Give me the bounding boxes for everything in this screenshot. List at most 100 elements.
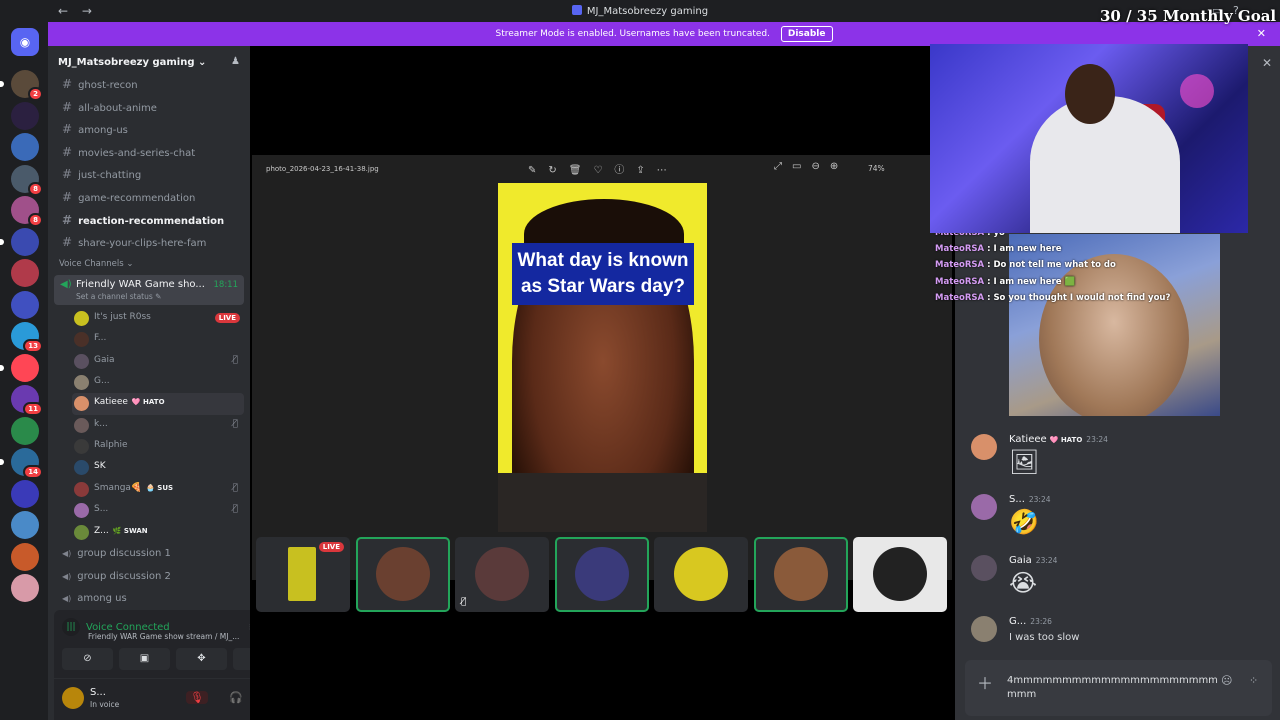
overlay-chat-user: MateoRSA (935, 244, 985, 255)
voice-category[interactable]: Voice Channels ⌄ (48, 253, 250, 275)
emoji-icon[interactable]: ☹ (1221, 674, 1232, 687)
server-icon[interactable]: 11 (11, 385, 43, 416)
participant-tile[interactable] (853, 537, 947, 612)
voice-user[interactable]: S... 🎙̸ (72, 500, 244, 521)
channel-status[interactable]: Set a channel status ✎ (60, 292, 238, 301)
channel-game-recommendation[interactable]: # game-recommendation (54, 185, 244, 208)
invite-icon[interactable]: ♟ (231, 56, 240, 67)
voice-user[interactable]: Z... 🌿 SWAN (72, 522, 244, 543)
close-banner-icon[interactable]: ✕ (1257, 22, 1266, 46)
voice-channel[interactable]: ◀) group discussion 1 (54, 543, 244, 566)
server-icon[interactable]: 8 (11, 164, 43, 196)
camera-off-button[interactable]: ⊘ (62, 648, 113, 670)
participant-tile[interactable] (554, 537, 649, 612)
participant-tile[interactable]: 🎙̸ (455, 537, 549, 612)
voice-user-name: Smanga🍕 (94, 482, 143, 493)
voice-channel[interactable]: ◀) group discussion 2 (54, 566, 244, 589)
server-icon[interactable] (11, 479, 39, 508)
message-author[interactable]: Gaia (1009, 555, 1032, 566)
viewer-toolbar[interactable]: ✎↻🗑♡ⓘ⇪⋯ (528, 161, 679, 176)
activities-button[interactable]: ✥ (176, 648, 227, 670)
participant-tile[interactable] (753, 537, 848, 612)
server-icon[interactable] (0, 353, 39, 382)
disable-button[interactable]: Disable (780, 26, 833, 42)
server-icon[interactable] (11, 259, 39, 287)
voice-user[interactable]: Gaia 🎙̸ (72, 351, 244, 372)
server-list: ◉ 2 8 8 13 11 14 (0, 22, 48, 720)
avatar[interactable] (971, 616, 997, 642)
hash-icon: # (62, 212, 73, 227)
channel-all-about-anime[interactable]: # all-about-anime (54, 95, 244, 118)
message-time: 23:24 (1028, 495, 1051, 504)
overlay-chat-user: MateoRSA (935, 276, 985, 287)
voice-channel-name: Friendly WAR Game sho... (76, 278, 205, 290)
participant-tile[interactable]: LIVE (256, 537, 350, 612)
live-badge: LIVE (214, 312, 240, 323)
active-voice-channel[interactable]: ◀) Friendly WAR Game sho... Set a channe… (54, 274, 244, 305)
discord-home-icon[interactable]: ◉ (11, 28, 39, 56)
close-icon[interactable]: ✕ (1262, 56, 1272, 70)
voice-user[interactable]: Smanga🍕 🧁 SUS 🎙̸ (72, 479, 244, 500)
avatar[interactable] (971, 434, 997, 460)
user-name: S... (90, 687, 106, 698)
voice-user[interactable]: Ralphie (72, 436, 244, 457)
server-icon[interactable] (11, 133, 39, 161)
screen-share-button[interactable]: ▣ (119, 648, 170, 670)
channel-list: # ghost-recon # all-about-anime # among-us # mo… (48, 72, 250, 628)
channel-ghost-recon[interactable]: # ghost-recon (54, 72, 244, 95)
overlay-chat-user: MateoRSA (935, 260, 985, 271)
channel-among-us[interactable]: # among-us (54, 117, 244, 140)
server-icon[interactable]: 8 (11, 196, 43, 227)
avatar[interactable] (62, 687, 84, 709)
voice-user[interactable]: Katieee 🩷 HATO (72, 393, 244, 415)
channel-label: reaction-recommendation (78, 215, 225, 227)
server-icon[interactable] (11, 101, 39, 130)
server-icon[interactable]: 14 (0, 448, 43, 479)
voice-channel[interactable]: ◀) among us (54, 588, 244, 611)
message-input[interactable]: 4mmmmmmmmmmmmmmmmmmmmmmmm (1007, 674, 1227, 702)
server-icon[interactable] (11, 542, 39, 571)
avatar[interactable] (971, 494, 997, 520)
voice-user[interactable]: F... (72, 329, 244, 350)
apps-icon[interactable]: ⁘ (1249, 674, 1258, 687)
message-author[interactable]: S... (1009, 494, 1025, 505)
voice-user[interactable]: k... 🎙̸ (72, 415, 244, 436)
channel-share-your-clips-here-fam[interactable]: # share-your-clips-here-fam (54, 230, 244, 253)
channel-reaction-recommendation[interactable]: # reaction-recommendation (54, 208, 244, 231)
voice-user[interactable]: SK (72, 457, 244, 478)
server-icon[interactable] (0, 227, 39, 256)
voice-user[interactable]: G... (72, 372, 244, 393)
participant-tile[interactable] (654, 537, 748, 612)
server-icon[interactable]: 2 (0, 70, 43, 101)
server-icon[interactable]: 13 (11, 322, 43, 353)
channel-label: share-your-clips-here-fam (78, 238, 207, 250)
mic-muted-icon[interactable]: 🎙 (186, 691, 208, 704)
voice-user[interactable]: It's just R0ss LIVE (72, 308, 244, 329)
avatar (574, 547, 629, 601)
channel-just-chatting[interactable]: # just-chatting (54, 162, 244, 185)
viewer-zoom-tools[interactable]: ⤢▭⊖⊕ (774, 161, 848, 172)
channel-label: all-about-anime (78, 102, 157, 114)
server-name: MJ_Matsobreezy gaming ⌄ (58, 57, 207, 68)
server-icon[interactable] (11, 511, 39, 539)
participant-tile[interactable] (355, 537, 450, 612)
headphones-icon[interactable]: 🎧 (229, 691, 243, 704)
server-icon[interactable] (11, 290, 39, 319)
add-attachment-icon[interactable]: ＋ (977, 670, 993, 694)
head-shape (1065, 64, 1115, 124)
speaker-icon: ◀) (62, 594, 72, 604)
avatar (74, 503, 89, 519)
channel-movies-and-series-chat[interactable]: # movies-and-series-chat (54, 140, 244, 163)
message-author[interactable]: G... (1009, 616, 1026, 627)
avatar (674, 547, 728, 601)
message-author[interactable]: Katieee (1009, 434, 1047, 445)
avatar[interactable] (971, 555, 997, 581)
avatar (74, 524, 89, 540)
server-icon[interactable] (11, 416, 39, 445)
mic-muted-icon: 🎙̸ (461, 597, 467, 607)
deafened-icon: 🎙̸ (232, 418, 238, 429)
signal-icon[interactable]: ||| (62, 618, 80, 636)
channel-label: ghost-recon (78, 80, 138, 91)
server-icon[interactable] (11, 574, 39, 602)
hash-icon: # (62, 77, 73, 91)
